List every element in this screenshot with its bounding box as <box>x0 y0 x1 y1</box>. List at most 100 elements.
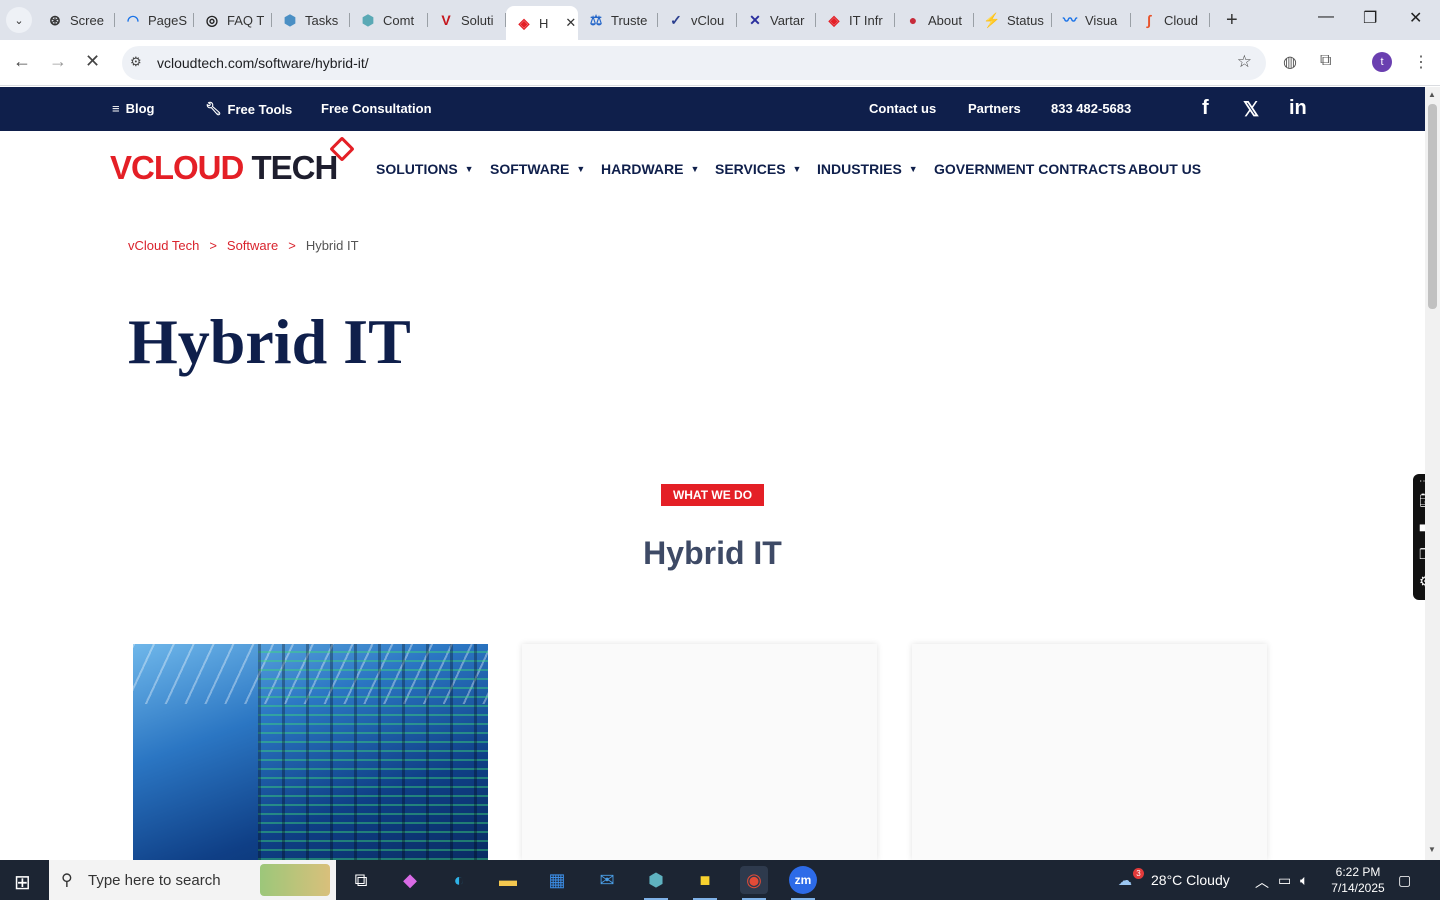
translate-icon[interactable]: ◍ <box>1283 52 1297 72</box>
browser-tab[interactable]: ⚖ Truste <box>578 6 658 34</box>
free-tools-link[interactable]: 🔧︎ Free Tools <box>205 101 292 117</box>
nav-government-contracts[interactable]: GOVERNMENT CONTRACTS <box>934 161 1126 177</box>
caret-down-icon: ▼ <box>792 164 802 174</box>
browser-tab[interactable]: ● About <box>895 6 974 34</box>
browser-tab[interactable]: ✕ Vartar <box>737 6 816 34</box>
address-bar[interactable]: ⚙ vcloudtech.com/software/hybrid-it/ ☆ <box>122 46 1266 80</box>
minimize-icon[interactable]: — <box>1318 8 1334 26</box>
tab-search-dropdown-icon[interactable]: ⌄ <box>6 7 32 33</box>
volume-icon[interactable]: 🔈︎ <box>1300 872 1308 889</box>
nav-industries[interactable]: INDUSTRIES ▼ <box>817 161 918 177</box>
browser-tab[interactable]: ◠ PageS <box>115 6 194 34</box>
partners-link[interactable]: Partners <box>968 101 1021 116</box>
contact-us-link[interactable]: Contact us <box>869 101 936 116</box>
browser-tab[interactable]: ◈ H ✕ <box>506 6 578 40</box>
x-twitter-icon[interactable]: 𝕏 <box>1243 97 1259 122</box>
scroll-down-icon[interactable]: ▼ <box>1428 845 1436 854</box>
restore-icon[interactable]: ❐ <box>1363 8 1377 28</box>
forward-icon[interactable]: → <box>49 51 67 72</box>
tab-close-icon[interactable]: ✕ <box>565 15 576 31</box>
task-view-icon[interactable]: ⧉ <box>347 866 375 894</box>
network-icon[interactable]: ▭ <box>1278 872 1291 889</box>
tab-label: Comt <box>383 12 415 28</box>
top-info-bar: ≡ Blog 🔧︎ Free Tools Free Consultation Con… <box>0 87 1425 131</box>
sticky-notes-icon[interactable]: ■ <box>691 866 719 900</box>
browser-tab[interactable]: ⊛ Scree <box>37 6 115 34</box>
file-explorer-icon[interactable]: ▬ <box>494 866 522 894</box>
tab-label: IT Infr <box>849 12 883 28</box>
caret-down-icon: ▼ <box>908 164 918 174</box>
page-scrollbar[interactable]: ▲ ▼ <box>1425 87 1440 860</box>
profile-avatar[interactable]: t <box>1372 52 1392 72</box>
windows-start-icon[interactable]: ⊞ <box>14 870 31 895</box>
browser-tab[interactable]: 〰 Visua <box>1052 6 1131 34</box>
nav-software[interactable]: SOFTWARE ▼ <box>490 161 585 177</box>
tab-label: Cloud <box>1164 12 1198 28</box>
menu-lines-icon: ≡ <box>112 101 120 116</box>
browser-tab[interactable]: ⬢ Comt <box>350 6 428 34</box>
new-tab-button[interactable]: + <box>1226 9 1238 32</box>
bookmark-star-icon[interactable]: ☆ <box>1237 52 1252 72</box>
tab-label: Visua <box>1085 12 1118 28</box>
what-we-do-badge: WHAT WE DO <box>661 484 764 506</box>
browser-tab[interactable]: V Soluti <box>428 6 506 34</box>
nav-label: ABOUT US <box>1128 161 1202 177</box>
edge-icon[interactable]: ◐ <box>445 866 473 894</box>
extensions-icon[interactable]: ⧉ <box>1320 52 1331 70</box>
nav-solutions[interactable]: SOLUTIONS ▼ <box>376 161 474 177</box>
clock-time: 6:22 PM <box>1335 865 1381 879</box>
chrome-icon[interactable]: ◉ <box>740 866 768 900</box>
search-highlight-art <box>260 864 330 896</box>
url-text[interactable]: vcloudtech.com/software/hybrid-it/ <box>157 55 369 71</box>
system-clock[interactable]: 6:22 PM 7/14/2025 <box>1330 864 1386 896</box>
nav-about-us[interactable]: ABOUT US <box>1128 161 1201 177</box>
breadcrumb-separator: > <box>209 238 217 253</box>
browser-tab[interactable]: ⚡ Status <box>974 6 1052 34</box>
scrollbar-thumb[interactable] <box>1428 104 1437 309</box>
stop-loading-icon[interactable]: ✕ <box>85 51 100 72</box>
weather-cloud-icon[interactable]: ☁ <box>1118 872 1132 889</box>
free-consultation-link[interactable]: Free Consultation <box>321 101 432 116</box>
facebook-icon[interactable]: f <box>1202 97 1209 120</box>
breadcrumb-home[interactable]: vCloud Tech <box>128 238 199 253</box>
tab-favicon-icon: ⊛ <box>49 11 61 28</box>
nav-services[interactable]: SERVICES ▼ <box>715 161 801 177</box>
breadcrumb-software[interactable]: Software <box>227 238 278 253</box>
taskbar-search-box[interactable]: ⚲ Type here to search <box>49 860 336 900</box>
store-icon[interactable]: ▦ <box>543 866 571 894</box>
notifications-icon[interactable]: ▢ <box>1398 872 1411 889</box>
nav-label: HARDWARE <box>601 161 684 177</box>
nav-hardware[interactable]: HARDWARE ▼ <box>601 161 699 177</box>
browser-tab[interactable]: ✓ vClou <box>658 6 737 34</box>
scroll-up-icon[interactable]: ▲ <box>1428 90 1436 99</box>
caret-down-icon: ▼ <box>576 164 586 174</box>
weather-text[interactable]: 28°C Cloudy <box>1151 872 1230 888</box>
free-consultation-label: Free Consultation <box>321 101 432 116</box>
close-window-icon[interactable]: ✕ <box>1409 8 1422 28</box>
browser-tab[interactable]: ⬢ Tasks <box>272 6 350 34</box>
tab-label: About <box>928 12 962 28</box>
back-icon[interactable]: ← <box>13 51 31 72</box>
server-racks <box>258 644 488 860</box>
tab-favicon-icon: ● <box>908 12 918 28</box>
copilot-icon[interactable]: ◆ <box>396 866 424 894</box>
app-hex-icon[interactable]: ⬢ <box>642 866 670 900</box>
page-title: Hybrid IT <box>128 306 411 377</box>
tab-label: Vartar <box>770 12 805 28</box>
zoom-icon[interactable]: zm <box>789 866 817 900</box>
browser-tab[interactable]: ◎ FAQ T <box>194 6 272 34</box>
site-info-icon[interactable]: ⚙ <box>130 54 142 70</box>
browser-tab[interactable]: ◈ IT Infr <box>816 6 895 34</box>
phone-link[interactable]: 833 482-5683 <box>1051 101 1131 116</box>
tab-favicon-icon: ◈ <box>518 14 530 31</box>
mail-icon[interactable]: ✉ <box>593 866 621 894</box>
caret-down-icon: ▼ <box>464 164 474 174</box>
search-icon: ⚲ <box>61 872 73 889</box>
tab-label: vClou <box>691 12 725 28</box>
browser-menu-icon[interactable]: ⋮ <box>1413 52 1429 72</box>
linkedin-icon[interactable]: in <box>1289 97 1307 120</box>
vcloud-tech-logo[interactable]: VCLOUD TECH <box>110 149 338 187</box>
browser-tab[interactable]: ∫ Cloud <box>1131 6 1210 34</box>
blog-link[interactable]: ≡ Blog <box>112 101 154 116</box>
tray-chevron-icon[interactable]: ︿ <box>1255 872 1269 892</box>
